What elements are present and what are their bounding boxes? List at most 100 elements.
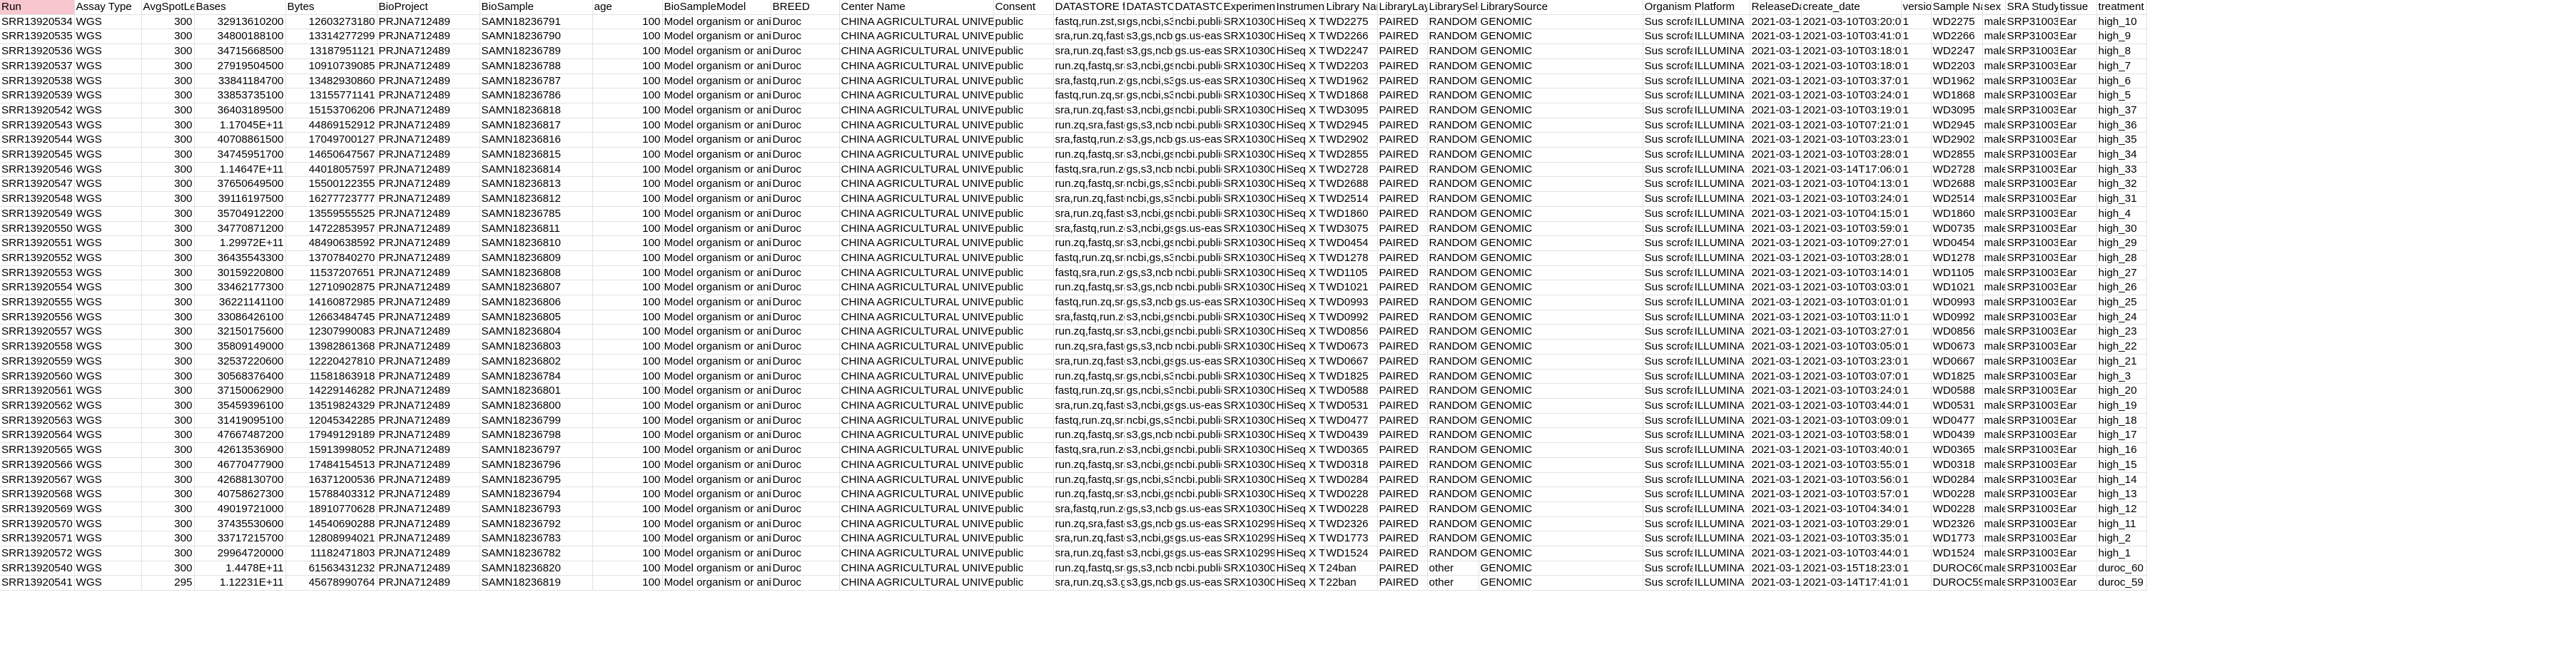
table-cell[interactable]: male <box>1982 162 2006 178</box>
table-cell[interactable]: SAMN18236785 <box>480 206 593 222</box>
table-cell[interactable]: WD1868 <box>1324 88 1378 103</box>
table-cell[interactable]: ILLUMINA <box>1693 176 1750 193</box>
table-cell[interactable]: SRX10300 <box>1222 501 1275 517</box>
table-cell[interactable]: Model organism or animal <box>662 427 771 444</box>
table-cell[interactable]: Ear <box>2058 339 2097 355</box>
table-cell[interactable]: WD2855 <box>1931 147 1983 163</box>
table-cell[interactable]: Sus scrofa <box>1643 191 1693 207</box>
table-cell[interactable]: 100 <box>592 58 663 74</box>
table-cell[interactable]: GENOMIC <box>1479 413 1643 429</box>
table-cell[interactable]: 2021-03-10T03:41:00Z <box>1801 29 1902 45</box>
table-cell[interactable]: ncbi.public,s3.us-east-1 <box>1173 310 1222 325</box>
table-cell[interactable]: Sus scrofa <box>1643 354 1693 370</box>
table-cell[interactable]: Model organism or animal <box>662 324 771 340</box>
table-cell[interactable]: SRX10300 <box>1222 398 1275 414</box>
table-cell[interactable]: Ear <box>2058 206 2097 222</box>
table-cell[interactable]: WGS <box>74 265 142 281</box>
table-cell[interactable]: ILLUMINA <box>1693 487 1750 502</box>
table-cell[interactable]: HiSeq X Ten <box>1274 383 1325 399</box>
table-cell[interactable]: WGS <box>74 235 142 251</box>
table-cell[interactable]: 1 <box>1901 398 1932 414</box>
table-cell[interactable]: s3,ncbi,gs <box>1125 147 1174 163</box>
table-cell[interactable]: PRJNA712489 <box>377 14 480 30</box>
table-cell[interactable]: Duroc <box>771 369 840 384</box>
table-cell[interactable]: SRR13920547 <box>0 176 75 193</box>
table-cell[interactable]: run.zq,fastq,sra <box>1053 561 1125 576</box>
table-cell[interactable]: fastq,run.zq,sra <box>1053 88 1125 103</box>
table-cell[interactable]: 1.4478E+11 <box>194 561 286 576</box>
table-cell[interactable]: WD0228 <box>1931 487 1983 502</box>
table-cell[interactable]: CHINA AGRICULTURAL UNIVERSITY <box>839 310 994 325</box>
column-header[interactable]: Sample Name <box>1931 0 1983 15</box>
table-cell[interactable]: public <box>993 413 1054 429</box>
table-cell[interactable]: high_37 <box>2096 103 2147 118</box>
table-cell[interactable]: PRJNA712489 <box>377 280 480 296</box>
table-cell[interactable]: Model organism or animal <box>662 29 771 45</box>
table-cell[interactable]: Sus scrofa <box>1643 442 1693 458</box>
table-cell[interactable]: public <box>993 162 1054 178</box>
table-cell[interactable]: Duroc <box>771 295 840 310</box>
table-cell[interactable]: 1 <box>1901 176 1932 193</box>
table-cell[interactable]: 300 <box>141 265 195 281</box>
table-cell[interactable]: 1 <box>1901 339 1932 355</box>
table-cell[interactable]: gs.us-east1,s3.us-east-1 <box>1173 221 1222 237</box>
table-cell[interactable]: ILLUMINA <box>1693 88 1750 103</box>
table-cell[interactable]: PAIRED <box>1377 369 1428 384</box>
table-cell[interactable]: gs.us-east1,s3.us-east-1 <box>1173 398 1222 414</box>
table-cell[interactable]: 1 <box>1901 501 1932 517</box>
table-cell[interactable]: public <box>993 44 1054 59</box>
table-cell[interactable]: Ear <box>2058 383 2097 399</box>
table-cell[interactable]: PRJNA712489 <box>377 561 480 576</box>
table-cell[interactable]: run.zq,fastq,sra <box>1053 58 1125 74</box>
table-cell[interactable]: 300 <box>141 354 195 370</box>
table-cell[interactable]: gs.us-east1,s3.us-east-1 <box>1173 501 1222 517</box>
table-cell[interactable]: SRR13920572 <box>0 546 75 561</box>
table-cell[interactable]: 14540690288 <box>285 516 377 532</box>
table-cell[interactable]: CHINA AGRICULTURAL UNIVERSITY <box>839 354 994 370</box>
table-cell[interactable]: WD0454 <box>1324 235 1378 251</box>
table-cell[interactable]: Sus scrofa <box>1643 310 1693 325</box>
table-cell[interactable]: GENOMIC <box>1479 206 1643 222</box>
table-cell[interactable]: HiSeq X Ten <box>1274 132 1325 148</box>
table-cell[interactable]: Ear <box>2058 162 2097 178</box>
table-cell[interactable]: RANDOM <box>1427 206 1479 222</box>
table-cell[interactable]: WD0673 <box>1324 339 1378 355</box>
table-cell[interactable]: 300 <box>141 14 195 30</box>
table-cell[interactable]: WD2902 <box>1324 132 1378 148</box>
table-cell[interactable]: ILLUMINA <box>1693 546 1750 561</box>
table-cell[interactable]: ncbi.public,s3.us-east-1 <box>1173 472 1222 488</box>
table-cell[interactable]: 1.29972E+11 <box>194 235 286 251</box>
table-cell[interactable]: SAMN18236814 <box>480 162 593 178</box>
table-cell[interactable]: ncbi.public,s3.us-east-1 <box>1173 88 1222 103</box>
table-cell[interactable]: RANDOM <box>1427 147 1479 163</box>
table-cell[interactable]: WGS <box>74 206 142 222</box>
table-cell[interactable]: 2021-03-10T03:09:00Z <box>1801 413 1902 429</box>
table-cell[interactable]: male <box>1982 369 2006 384</box>
table-cell[interactable]: Duroc <box>771 176 840 193</box>
table-cell[interactable]: WD1825 <box>1324 369 1378 384</box>
table-cell[interactable]: PRJNA712489 <box>377 339 480 355</box>
table-cell[interactable]: WGS <box>74 501 142 517</box>
table-cell[interactable]: sra,fastq,run.zq <box>1053 73 1125 89</box>
table-cell[interactable]: 2021-03-10T03:24:00Z <box>1801 383 1902 399</box>
table-cell[interactable]: SRX10300 <box>1222 14 1275 30</box>
table-cell[interactable]: CHINA AGRICULTURAL UNIVERSITY <box>839 398 994 414</box>
table-cell[interactable]: 14229146282 <box>285 383 377 399</box>
table-cell[interactable]: PRJNA712489 <box>377 132 480 148</box>
table-cell[interactable]: 17484154513 <box>285 457 377 473</box>
table-cell[interactable]: 100 <box>592 575 663 591</box>
table-cell[interactable]: Sus scrofa <box>1643 324 1693 340</box>
table-cell[interactable]: 2021-03-10T03:37:00Z <box>1801 73 1902 89</box>
table-cell[interactable]: WD2945 <box>1931 118 1983 133</box>
table-cell[interactable]: high_34 <box>2096 147 2147 163</box>
table-cell[interactable]: CHINA AGRICULTURAL UNIVERSITY <box>839 147 994 163</box>
table-cell[interactable]: s3,gs,ncbi <box>1125 575 1174 591</box>
table-cell[interactable]: 12710902875 <box>285 280 377 296</box>
table-cell[interactable]: 2021-03-11 <box>1750 472 1802 488</box>
table-cell[interactable]: SRR13920553 <box>0 265 75 281</box>
table-cell[interactable]: 2021-03-10T03:44:00Z <box>1801 546 1902 561</box>
table-cell[interactable]: ILLUMINA <box>1693 206 1750 222</box>
table-cell[interactable]: RANDOM <box>1427 44 1479 59</box>
table-cell[interactable]: 2021-03-10T03:11:00Z <box>1801 310 1902 325</box>
table-cell[interactable]: male <box>1982 176 2006 193</box>
